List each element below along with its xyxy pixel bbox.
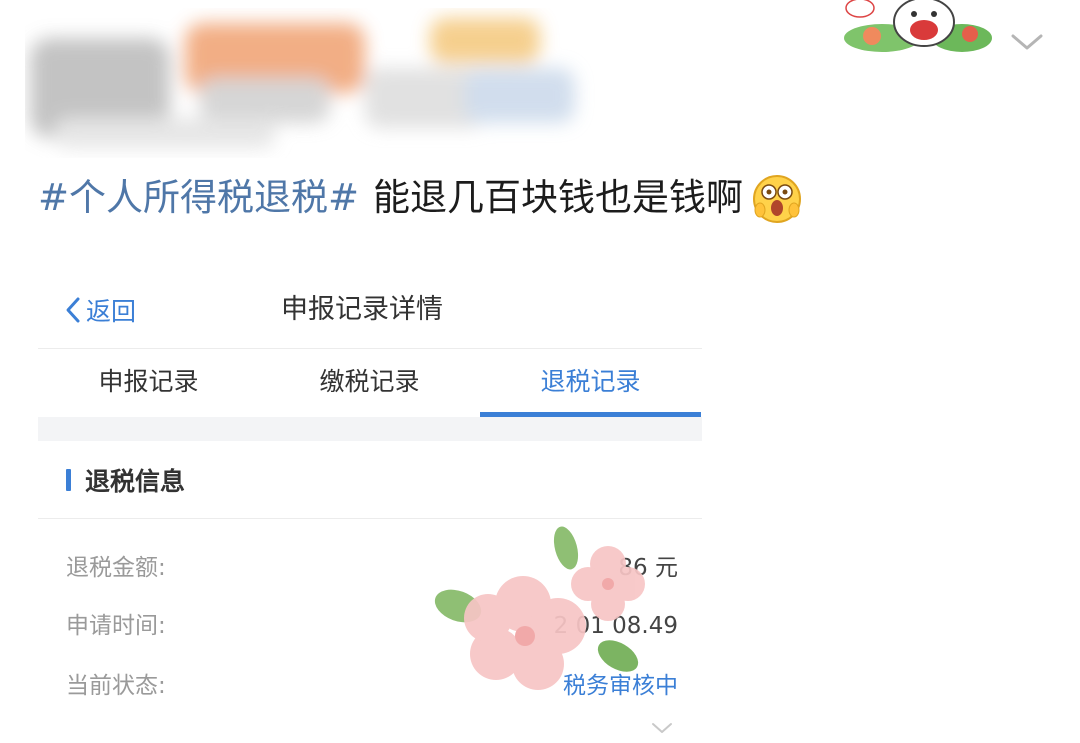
status-value: 税务审核中 (563, 673, 678, 699)
chevron-left-icon (66, 297, 80, 323)
section-accent-bar (66, 469, 71, 491)
apply-time-label: 申请时间: (66, 613, 166, 639)
post-text: #个人所得税退税# 能退几百块钱也是钱啊 (38, 168, 803, 228)
divider (38, 518, 702, 519)
tax-app-screenshot: 返回 申报记录详情 申报记录 缴税记录 退税记录 退税信息 退税金额: 86 元… (38, 268, 702, 743)
chevron-down-icon[interactable] (650, 721, 674, 735)
back-button[interactable]: 返回 (64, 290, 136, 330)
chevron-down-icon[interactable] (1008, 30, 1046, 54)
tab-declaration-records[interactable]: 申报记录 (38, 349, 259, 417)
apply-time-row: 申请时间: 2 01 08.49 (66, 606, 678, 646)
astonished-emoji-icon (753, 175, 802, 223)
status-label: 当前状态: (66, 673, 166, 699)
apply-time-value: 2 01 08.49 (553, 613, 678, 639)
hashtag-link[interactable]: #个人所得税退税# (38, 168, 359, 228)
section-spacer (38, 417, 702, 441)
page-title: 申报记录详情 (281, 294, 443, 325)
section-title-text: 退税信息 (85, 467, 186, 496)
back-label: 返回 (86, 297, 137, 326)
nav-bar: 返回 申报记录详情 (38, 268, 702, 349)
tab-bar: 申报记录 缴税记录 退税记录 (38, 349, 702, 417)
section-title: 退税信息 (66, 460, 185, 500)
refund-amount-label: 退税金额: (66, 555, 166, 581)
refund-amount-row: 退税金额: 86 元 (66, 548, 678, 588)
tab-payment-records[interactable]: 缴税记录 (259, 349, 480, 417)
weibo-post: #个人所得税退税# 能退几百块钱也是钱啊 返回 申报记录详情 申报记录 缴税记录… (0, 0, 1080, 743)
post-body: 能退几百块钱也是钱啊 (373, 176, 744, 219)
status-row: 当前状态: 税务审核中 (66, 666, 678, 706)
tab-refund-records[interactable]: 退税记录 (480, 349, 701, 417)
blurred-user-header (30, 18, 575, 148)
refund-amount-value: 86 元 (618, 555, 678, 581)
cartoon-sticker (844, 0, 992, 52)
